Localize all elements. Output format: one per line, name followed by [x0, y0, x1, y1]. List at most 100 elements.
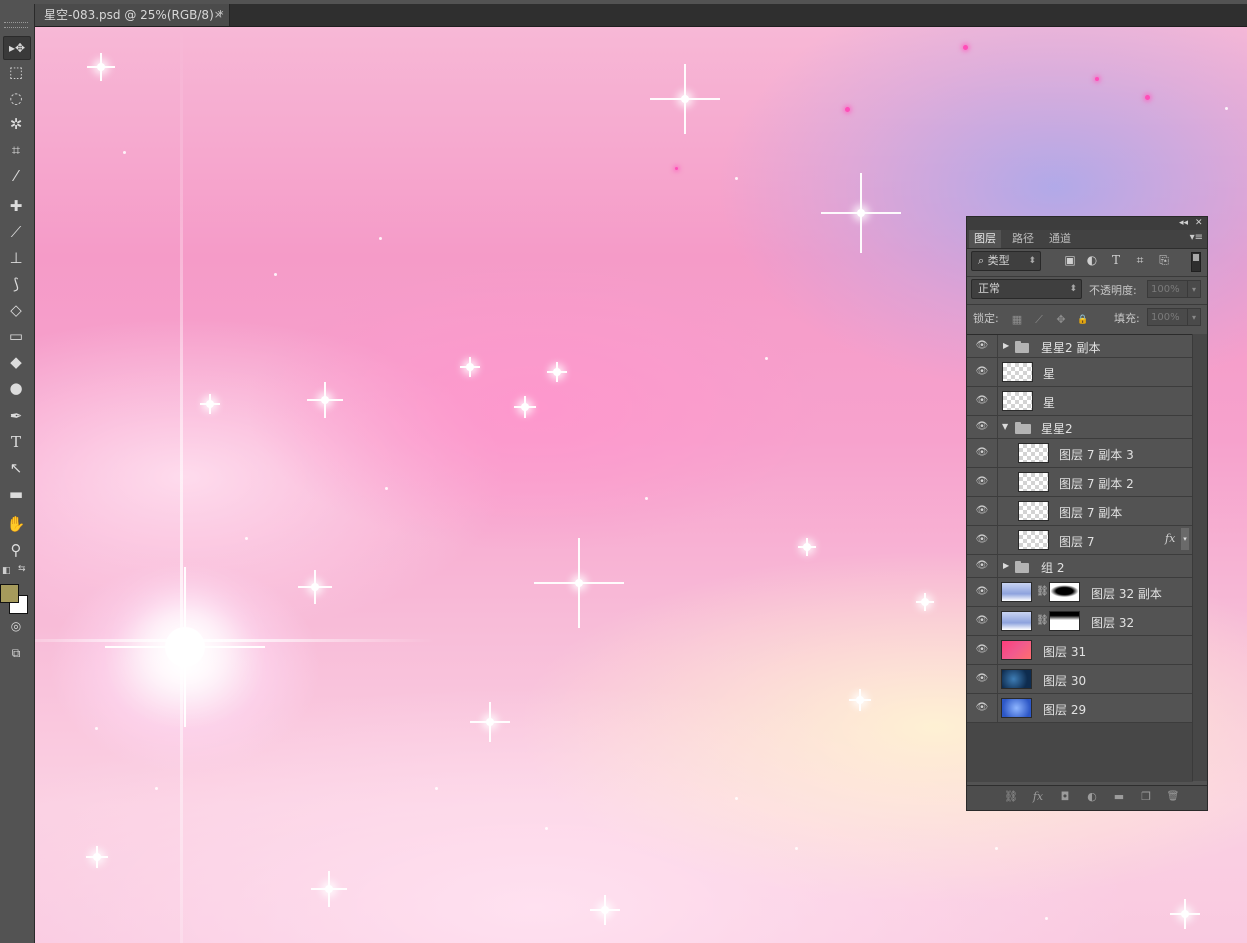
- history-brush-tool-icon[interactable]: ⟆: [3, 273, 29, 295]
- lasso-tool-icon[interactable]: ◌: [3, 87, 29, 109]
- layer-row[interactable]: 👁 星: [967, 358, 1193, 387]
- type-tool-icon[interactable]: T: [3, 431, 29, 453]
- layer-row[interactable]: 👁 图层 30: [967, 665, 1193, 694]
- pen-tool-icon[interactable]: ✒: [3, 405, 29, 427]
- layer-mask-thumbnail[interactable]: [1049, 582, 1080, 602]
- visibility-eye-icon[interactable]: 👁: [975, 534, 989, 545]
- default-colors-icon[interactable]: ◧: [2, 566, 11, 576]
- panel-menu-icon[interactable]: ▾≡: [1190, 232, 1203, 243]
- zoom-tool-icon[interactable]: ⚲: [3, 539, 29, 561]
- lock-position-icon[interactable]: ✥: [1054, 313, 1068, 327]
- collapse-arrow-icon[interactable]: ▼: [1002, 422, 1008, 431]
- lock-all-icon[interactable]: 🔒: [1076, 313, 1090, 327]
- visibility-eye-icon[interactable]: 👁: [975, 366, 989, 377]
- sparkle-core: [1181, 910, 1189, 918]
- eyedropper-tool-icon[interactable]: ⁄: [3, 165, 29, 187]
- visibility-eye-icon[interactable]: 👁: [975, 560, 989, 571]
- delete-layer-icon[interactable]: 🗑: [1165, 790, 1181, 804]
- swap-colors-icon[interactable]: ⇆: [18, 564, 26, 574]
- close-panel-icon[interactable]: ✕: [1195, 217, 1203, 230]
- document-tab[interactable]: 星空-083.psd @ 25%(RGB/8) * ×: [34, 4, 230, 26]
- type-filter-icon[interactable]: T: [1109, 253, 1123, 267]
- mask-link-icon[interactable]: ⛓: [1036, 586, 1049, 597]
- smart-object-filter-icon[interactable]: ⎘: [1157, 253, 1171, 267]
- layer-thumbnail: [1002, 362, 1033, 382]
- fill-dropdown-icon[interactable]: ▾: [1187, 308, 1201, 326]
- expand-arrow-icon[interactable]: ▶: [1003, 561, 1009, 570]
- healing-brush-tool-icon[interactable]: ✚: [3, 195, 29, 217]
- eraser-tool-icon[interactable]: ◇: [3, 299, 29, 321]
- tab-layers[interactable]: 图层: [969, 230, 1001, 248]
- visibility-eye-icon[interactable]: 👁: [975, 395, 989, 406]
- quick-mask-icon[interactable]: ◎: [3, 615, 29, 637]
- filter-kind-select[interactable]: ⌕ 类型 ⬍: [971, 251, 1041, 271]
- lock-transparent-pixels-icon[interactable]: ▦: [1010, 313, 1024, 327]
- layer-row[interactable]: 👁 ⛓ 图层 32: [967, 607, 1193, 636]
- brush-tool-icon[interactable]: ⟋: [3, 221, 29, 243]
- expand-effects-icon[interactable]: ▾: [1181, 528, 1189, 550]
- layer-row[interactable]: 👁 图层 31: [967, 636, 1193, 665]
- filter-toggle[interactable]: [1191, 252, 1201, 272]
- tab-paths[interactable]: 路径: [1007, 230, 1039, 248]
- stamp-tool-icon[interactable]: ⊥: [3, 247, 29, 269]
- move-tool-icon[interactable]: ▸✥: [3, 36, 31, 60]
- pixel-filter-icon[interactable]: ▣: [1063, 253, 1077, 267]
- layer-mask-thumbnail[interactable]: [1049, 611, 1080, 631]
- layer-row[interactable]: 👁 ▶ 星星2 副本: [967, 335, 1193, 358]
- opacity-dropdown-icon[interactable]: ▾: [1187, 280, 1201, 298]
- visibility-eye-icon[interactable]: 👁: [975, 505, 989, 516]
- layer-row[interactable]: 👁 星: [967, 387, 1193, 416]
- layer-row[interactable]: 👁 ⛓ 图层 32 副本: [967, 578, 1193, 607]
- layer-row[interactable]: 👁 图层 7 副本 3: [967, 439, 1193, 468]
- screen-mode-icon[interactable]: ⧉: [3, 642, 29, 664]
- toolbar-grip[interactable]: [4, 22, 28, 28]
- mask-link-icon[interactable]: ⛓: [1036, 615, 1049, 626]
- link-layers-icon[interactable]: ⛓: [1003, 790, 1019, 804]
- visibility-eye-icon[interactable]: 👁: [975, 702, 989, 713]
- sparkle-core: [575, 579, 583, 587]
- blend-mode-select[interactable]: 正常 ⬍: [971, 279, 1082, 299]
- visibility-eye-icon[interactable]: 👁: [975, 340, 989, 351]
- lock-image-pixels-icon[interactable]: ⟋: [1032, 313, 1046, 327]
- new-layer-icon[interactable]: ❐: [1138, 790, 1154, 804]
- shape-filter-icon[interactable]: ⌗: [1133, 253, 1147, 267]
- visibility-eye-icon[interactable]: 👁: [975, 586, 989, 597]
- new-adjustment-layer-icon[interactable]: ◐: [1084, 790, 1100, 804]
- hand-tool-icon[interactable]: ✋: [3, 513, 29, 535]
- open-folder-icon: [1015, 422, 1031, 434]
- close-tab-icon[interactable]: ×: [214, 4, 223, 26]
- sparkle-dot: [545, 827, 548, 830]
- dodge-tool-icon[interactable]: ●: [3, 377, 29, 399]
- sparkle-dot: [963, 45, 968, 50]
- layer-row[interactable]: 👁 图层 7 副本 2: [967, 468, 1193, 497]
- crop-tool-icon[interactable]: ⌗: [3, 139, 29, 161]
- panel-title-bar[interactable]: ◂◂ ✕: [967, 217, 1207, 230]
- visibility-eye-icon[interactable]: 👁: [975, 476, 989, 487]
- layer-row[interactable]: 👁 ▼ 星星2: [967, 416, 1193, 439]
- path-selection-tool-icon[interactable]: ↖: [3, 457, 29, 479]
- rectangle-tool-icon[interactable]: ▬: [3, 483, 29, 505]
- add-layer-style-icon[interactable]: fx: [1030, 790, 1046, 804]
- visibility-eye-icon[interactable]: 👁: [975, 421, 989, 432]
- new-group-icon[interactable]: ▬: [1111, 790, 1127, 804]
- add-mask-icon[interactable]: ◘: [1057, 790, 1073, 804]
- layer-effects-icon[interactable]: fx: [1165, 532, 1175, 545]
- visibility-eye-icon[interactable]: 👁: [975, 673, 989, 684]
- layer-row[interactable]: 👁 图层 7 副本: [967, 497, 1193, 526]
- layers-scrollbar[interactable]: [1192, 334, 1207, 781]
- adjustment-filter-icon[interactable]: ◐: [1085, 253, 1099, 267]
- visibility-eye-icon[interactable]: 👁: [975, 615, 989, 626]
- visibility-eye-icon[interactable]: 👁: [975, 644, 989, 655]
- layer-row[interactable]: 👁 图层 7 fx ▾: [967, 526, 1193, 555]
- visibility-eye-icon[interactable]: 👁: [975, 447, 989, 458]
- layer-row[interactable]: 👁 ▶ 组 2: [967, 555, 1193, 578]
- layer-row[interactable]: 👁 图层 29: [967, 694, 1193, 723]
- tab-channels[interactable]: 通道: [1044, 230, 1076, 248]
- gradient-tool-icon[interactable]: ▭: [3, 325, 29, 347]
- marquee-tool-icon[interactable]: ⬚: [3, 61, 29, 83]
- blur-tool-icon[interactable]: ◆: [3, 351, 29, 373]
- magic-wand-tool-icon[interactable]: ✲: [3, 113, 29, 135]
- collapse-panel-icon[interactable]: ◂◂: [1179, 217, 1188, 230]
- foreground-color-swatch[interactable]: [0, 584, 19, 603]
- expand-arrow-icon[interactable]: ▶: [1003, 341, 1009, 350]
